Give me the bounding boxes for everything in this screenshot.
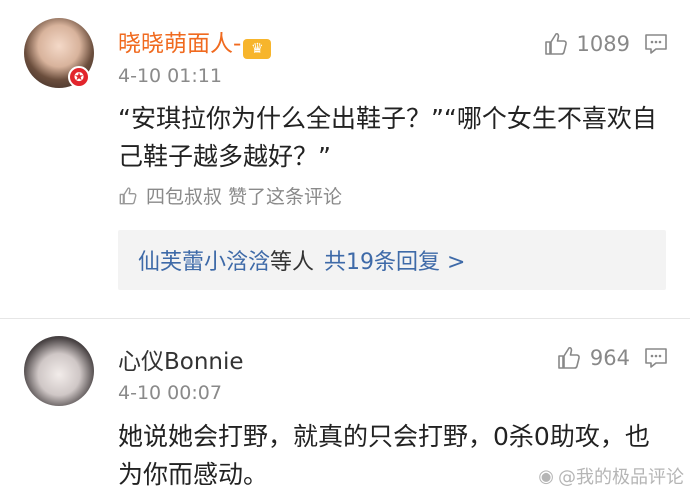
- crown-icon: ♛: [243, 39, 272, 59]
- username[interactable]: 心仪Bonnie: [118, 342, 244, 376]
- reply-names[interactable]: 仙芙蕾小浛浛: [138, 244, 270, 276]
- comment-time: 4-10 00:07: [118, 382, 222, 404]
- thumbs-up-icon: [119, 186, 137, 204]
- comment-reply-icon[interactable]: [644, 33, 668, 55]
- watermark: ◉ @我的极品评论: [538, 463, 684, 489]
- liked-by-note: 四包叔叔 赞了这条评论: [118, 182, 342, 209]
- comment-item: ✪ 晓晓萌面人- ♛ 4-10 01:11 1089 “安琪拉你为什么全出鞋子？”…: [0, 0, 690, 318]
- avatar[interactable]: [24, 336, 94, 406]
- thumbs-up-icon: [544, 32, 567, 55]
- reply-count-link[interactable]: 共19条回复 >: [324, 244, 465, 276]
- username-text[interactable]: 晓晓萌面人-: [118, 31, 241, 57]
- liked-by-text: 四包叔叔 赞了这条评论: [146, 186, 343, 208]
- comment-content: “安琪拉你为什么全出鞋子？”“哪个女生不喜欢自己鞋子越多越好？”: [118, 104, 657, 171]
- comment-reply-icon[interactable]: [644, 347, 668, 369]
- replies-preview[interactable]: 仙芙蕾小浛浛 等人 共19条回复 >: [118, 230, 666, 290]
- comment-time: 4-10 01:11: [118, 65, 222, 87]
- watermark-text: @我的极品评论: [558, 467, 684, 488]
- like-button[interactable]: 964: [556, 343, 630, 373]
- like-count: 964: [589, 346, 630, 370]
- like-button[interactable]: 1089: [543, 29, 630, 59]
- username[interactable]: 晓晓萌面人- ♛: [118, 24, 272, 59]
- weibo-logo-icon: ◉: [538, 465, 554, 487]
- reply-mid-text: 等人: [270, 250, 315, 275]
- like-count: 1089: [576, 32, 630, 56]
- thumbs-up-icon: [558, 346, 580, 369]
- verified-badge-icon: ✪: [68, 66, 90, 88]
